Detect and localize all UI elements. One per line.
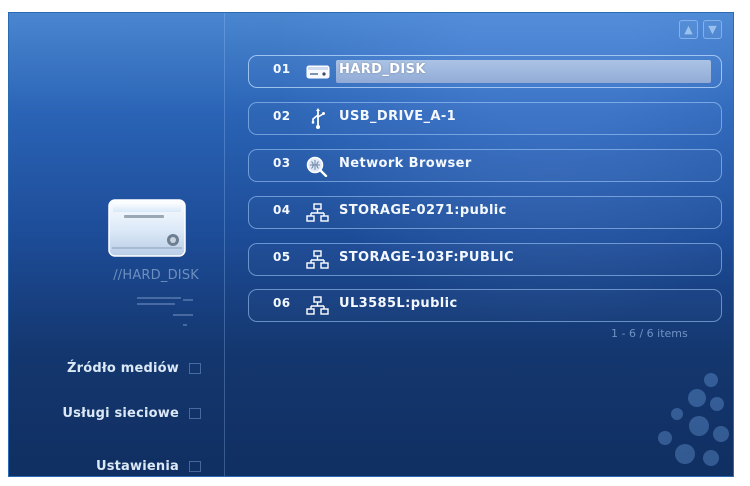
usb-icon-svg [311, 108, 325, 129]
device-index: 02 [273, 109, 291, 123]
device-label: HARD_DISK [339, 62, 426, 77]
menu-checkbox-icon [189, 460, 201, 472]
device-label: STORAGE-0271:public [339, 203, 507, 218]
menu-checkbox-icon [189, 407, 201, 419]
menu-item-label: Źródło mediów [66, 360, 179, 376]
device-item-ul3585l[interactable]: 06 UL3585L:public [248, 289, 722, 322]
network-share-icon [305, 249, 331, 271]
device-label: Network Browser [339, 156, 472, 171]
menu-item-network-services[interactable]: Usługi sieciowe [62, 402, 201, 424]
device-item-hard-disk[interactable]: 01 HARD_DISK [248, 55, 722, 88]
device-label: STORAGE-103F:PUBLIC [339, 250, 515, 265]
item-count-label: 1 - 6 / 6 items [611, 327, 688, 340]
network-share-icon [305, 295, 331, 317]
current-source-name: //HARD_DISK [113, 268, 199, 283]
network-share-icon-svg [306, 250, 329, 269]
menu-checkbox-icon [189, 362, 201, 374]
left-panel-divider [224, 13, 225, 476]
scroll-down-button[interactable]: ▼ [703, 20, 722, 39]
device-item-network-browser[interactable]: 03 Network Browser [248, 149, 722, 182]
usb-icon [305, 108, 331, 130]
hard-disk-preview-svg [108, 199, 186, 257]
hard-disk-icon [305, 61, 331, 83]
decorative-bubbles-icon [658, 373, 729, 466]
network-share-icon-svg [306, 203, 329, 222]
menu-item-label: Usługi sieciowe [62, 405, 179, 421]
menu-item-media-source[interactable]: Źródło mediów [67, 357, 201, 379]
menu-item-settings[interactable]: Ustawienia [95, 455, 201, 476]
network-browser-icon-svg [306, 156, 328, 178]
scroll-up-button[interactable]: ▲ [679, 20, 698, 39]
device-index: 04 [273, 203, 291, 217]
device-index: 05 [273, 250, 291, 264]
device-label: UL3585L:public [339, 296, 458, 311]
hard-disk-icon-svg [306, 65, 330, 79]
device-index: 01 [273, 62, 291, 76]
device-item-storage-103f[interactable]: 05 STORAGE-103F:PUBLIC [248, 243, 722, 276]
network-share-icon-svg [306, 296, 329, 315]
source-details-lines [137, 293, 201, 333]
device-item-usb-drive[interactable]: 02 USB_DRIVE_A-1 [248, 102, 722, 135]
hard-disk-preview-icon [107, 194, 187, 266]
media-browser-screen: ▲ ▼ //HARD_DISK Źródło mediów Usługi sie… [8, 12, 734, 477]
device-index: 06 [273, 296, 291, 310]
device-item-storage-0271[interactable]: 04 STORAGE-0271:public [248, 196, 722, 229]
network-browser-icon [305, 155, 331, 178]
menu-item-label: Ustawienia [95, 458, 179, 474]
device-index: 03 [273, 156, 291, 170]
network-share-icon [305, 202, 331, 224]
device-label: USB_DRIVE_A-1 [339, 109, 457, 124]
